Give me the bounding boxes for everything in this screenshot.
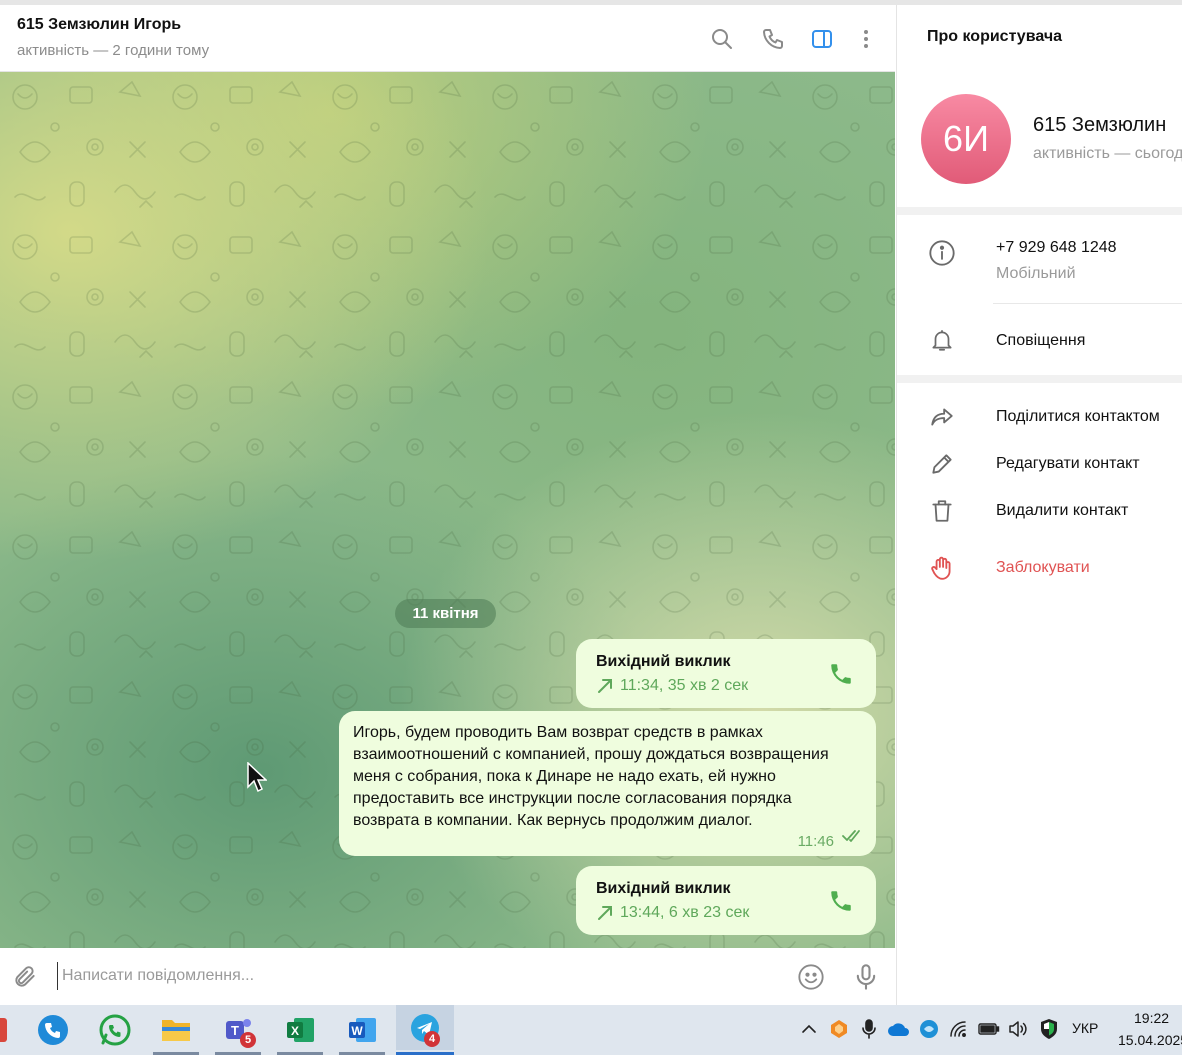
avatar[interactable]: 6И — [921, 94, 1011, 184]
sidebar-toggle-icon[interactable] — [808, 25, 836, 53]
taskbar-teams-icon[interactable]: T 5 — [218, 1010, 258, 1050]
tray-app-orange-icon[interactable] — [827, 1017, 851, 1041]
outgoing-call-bubble[interactable]: Вихідний виклик 11:34, 35 хв 2 сек — [576, 639, 876, 708]
svg-text:T: T — [231, 1023, 239, 1038]
share-contact-button[interactable]: Поділитися контактом — [996, 408, 1160, 426]
call-duration: 11:34, 35 хв 2 сек — [620, 677, 749, 694]
svg-text:W: W — [351, 1024, 363, 1038]
chat-header[interactable]: 615 Земзюлин Игорь активність — 2 години… — [0, 5, 895, 72]
info-icon — [927, 238, 957, 268]
pencil-icon — [927, 449, 957, 479]
attach-paperclip-icon[interactable] — [10, 962, 40, 992]
phone-number[interactable]: +7 929 648 1248 — [996, 239, 1117, 257]
trash-icon — [927, 496, 957, 526]
taskbar-file-explorer-icon[interactable] — [156, 1010, 196, 1050]
message-time: 11:46 — [797, 833, 834, 850]
tray-onedrive-icon[interactable] — [887, 1017, 911, 1041]
taskbar-excel-icon[interactable]: X — [280, 1010, 320, 1050]
outgoing-arrow-icon — [598, 679, 612, 693]
svg-text:X: X — [291, 1024, 299, 1038]
edit-contact-button[interactable]: Редагувати контакт — [996, 455, 1140, 473]
section-divider — [897, 375, 1182, 383]
call-back-phone-icon[interactable] — [828, 661, 854, 692]
chat-title[interactable]: 615 Земзюлин Игорь — [17, 16, 181, 34]
call-meta: 11:34, 35 хв 2 сек — [596, 677, 748, 695]
outgoing-call-bubble[interactable]: Вихідний виклик 13:44, 6 хв 23 сек — [576, 866, 876, 935]
read-ticks-icon — [842, 829, 864, 848]
phone-call-icon[interactable] — [759, 25, 787, 53]
mouse-cursor-icon — [247, 761, 268, 799]
message-input[interactable] — [57, 962, 757, 990]
microphone-icon[interactable] — [851, 962, 881, 992]
delete-contact-button[interactable]: Видалити контакт — [996, 502, 1128, 520]
date-separator: 11 квітня — [395, 599, 496, 628]
user-info-panel: Про користувача 6И 615 Земзюлин активніс… — [896, 5, 1182, 1005]
clock-date[interactable]: 15.04.2025 — [1118, 1032, 1182, 1048]
clock-time[interactable]: 19:22 — [1134, 1010, 1169, 1026]
message-composer — [0, 948, 895, 1005]
bell-icon — [927, 325, 957, 355]
tray-volume-icon[interactable] — [1006, 1017, 1030, 1041]
call-duration: 13:44, 6 хв 23 сек — [620, 904, 750, 921]
block-user-button[interactable]: Заблокувати — [996, 559, 1090, 577]
tray-microphone-icon[interactable] — [857, 1017, 881, 1041]
chat-background[interactable]: 11 квітня Вихідний виклик 11:34, 35 хв 2… — [0, 72, 895, 948]
outgoing-arrow-icon — [598, 906, 612, 920]
call-meta: 13:44, 6 хв 23 сек — [596, 904, 749, 922]
taskbar-app-partial[interactable] — [0, 1010, 10, 1050]
profile-name: 615 Земзюлин — [1033, 114, 1167, 136]
tray-overflow-chevron-icon[interactable] — [797, 1017, 821, 1041]
emoji-smile-icon[interactable] — [796, 962, 826, 992]
taskbar-telegram-icon[interactable]: 4 — [396, 1005, 454, 1050]
text-message-bubble[interactable]: Игорь, будем проводить Вам возврат средс… — [339, 711, 876, 856]
taskbar-word-icon[interactable]: W — [342, 1010, 382, 1050]
tray-wifi-icon[interactable] — [947, 1017, 971, 1041]
taskbar-whatsapp-icon[interactable] — [95, 1010, 135, 1050]
call-title: Вихідний виклик — [596, 880, 731, 897]
call-back-phone-icon[interactable] — [828, 888, 854, 919]
chat-panel: 615 Земзюлин Игорь активність — 2 години… — [0, 5, 895, 1005]
section-divider — [897, 207, 1182, 215]
tray-battery-icon[interactable] — [977, 1017, 1001, 1041]
windows-taskbar: T 5 X W 4 УКР 19:22 15.04.2025 — [0, 1005, 1182, 1055]
message-text: Игорь, будем проводить Вам возврат средс… — [353, 724, 829, 829]
more-menu-icon[interactable] — [852, 25, 880, 53]
tray-globe-app-icon[interactable] — [917, 1017, 941, 1041]
input-language-indicator[interactable]: УКР — [1072, 1020, 1098, 1036]
teams-unread-badge: 5 — [240, 1032, 256, 1048]
tray-security-shield-icon[interactable] — [1037, 1017, 1061, 1041]
telegram-unread-badge: 4 — [424, 1031, 440, 1047]
search-icon[interactable] — [708, 25, 736, 53]
notifications-toggle[interactable]: Сповіщення — [996, 332, 1085, 350]
taskbar-phone-app-icon[interactable] — [33, 1010, 73, 1050]
chat-status: активність — 2 години тому — [17, 42, 210, 59]
call-title: Вихідний виклик — [596, 653, 731, 670]
row-divider — [993, 303, 1182, 304]
panel-title: Про користувача — [927, 28, 1063, 45]
profile-status: активність — сьогод — [1033, 145, 1182, 162]
block-hand-icon — [927, 553, 957, 583]
phone-label: Мобільний — [996, 265, 1076, 282]
share-icon — [927, 402, 957, 432]
